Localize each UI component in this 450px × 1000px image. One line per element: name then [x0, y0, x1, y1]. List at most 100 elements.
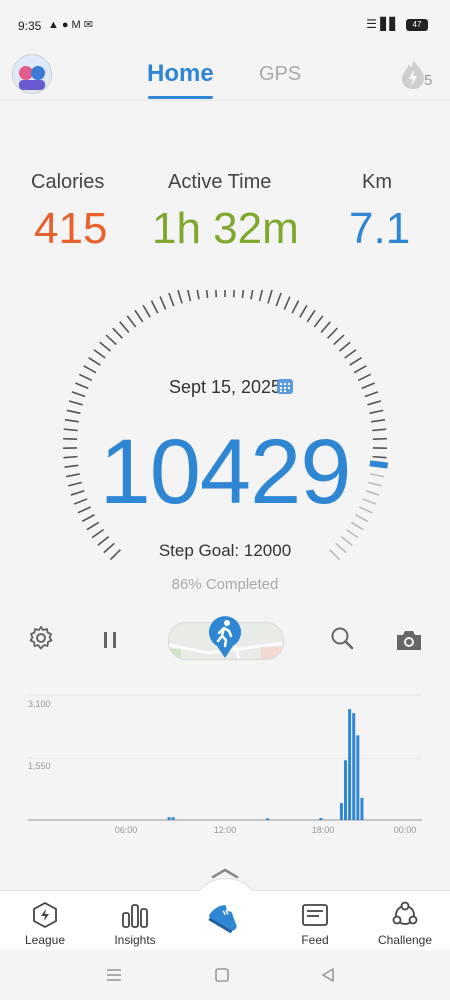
step-count: 10429	[99, 421, 352, 523]
active-time-value: 1h 32m	[152, 204, 299, 253]
nav-challenge-label: Challenge	[377, 933, 433, 947]
gauge-tick	[345, 528, 359, 539]
chart-bar	[360, 797, 364, 820]
y-tick-label: 3,100	[28, 699, 51, 709]
pause-icon[interactable]	[100, 630, 120, 655]
recents-icon[interactable]	[106, 968, 122, 987]
tab-home-indicator	[148, 96, 213, 99]
tab-home[interactable]: Home	[147, 60, 214, 88]
gauge-tick	[177, 290, 183, 304]
gauge-tick	[91, 528, 105, 539]
chart-bar	[356, 735, 360, 820]
gauge-tick	[349, 356, 362, 366]
nav-feed[interactable]: Feed	[275, 901, 355, 947]
steps-by-hour-chart: 3,100 1,550 06:00 12:00 18:00 00:00	[28, 694, 422, 835]
gauge-tick	[68, 400, 83, 406]
x-tick-label: 12:00	[214, 825, 237, 835]
km-label: Km	[362, 171, 392, 193]
shoe-icon	[205, 897, 245, 942]
gauge-tick	[369, 409, 384, 415]
gauge-tick	[126, 315, 137, 328]
gauge-tick	[142, 304, 151, 318]
challenge-icon	[392, 901, 418, 925]
header-divider	[0, 100, 450, 101]
chart-bar	[167, 817, 171, 820]
gauge-tick	[338, 341, 351, 352]
nav-insights-label: Insights	[114, 933, 156, 947]
gauge-tick	[105, 334, 117, 346]
goal-completion: 86% Completed	[171, 576, 279, 593]
active-time-label: Active Time	[168, 171, 272, 193]
chart-bar	[344, 760, 348, 820]
nav-insights[interactable]: Insights	[95, 901, 175, 947]
gauge-tick	[320, 321, 331, 333]
gauge-tick	[134, 309, 144, 323]
x-tick-label: 00:00	[394, 825, 417, 835]
gauge-tick	[215, 290, 218, 298]
runner-pin-icon	[207, 614, 243, 665]
camera-icon[interactable]	[395, 628, 423, 657]
battery-icon: 47	[406, 18, 428, 31]
status-bar: 9:35 ▲●M✉ ☰ ▋▋ 47	[0, 0, 450, 50]
gauge-tick	[159, 296, 167, 310]
gauge-tick	[119, 321, 130, 333]
chart-bar	[348, 709, 352, 820]
tab-gps[interactable]: GPS	[259, 63, 301, 86]
feed-icon	[302, 904, 328, 926]
nav-challenge[interactable]: Challenge	[365, 901, 445, 947]
chart-bar	[266, 818, 270, 820]
gauge-tick	[205, 290, 209, 299]
system-icons: ☰ ▋▋ 47	[366, 17, 428, 31]
gauge-tick	[168, 292, 175, 307]
gauge-tick	[344, 349, 357, 359]
status-time: 9:35	[18, 19, 42, 33]
notification-icons: ▲●M✉	[48, 19, 96, 31]
gauge-date: Sept 15, 2025	[168, 377, 282, 397]
gauge-tick	[327, 327, 338, 339]
system-nav-bar	[0, 950, 450, 1000]
avatar[interactable]	[12, 54, 52, 94]
nav-league-label: League	[24, 933, 66, 947]
gauge-tick	[283, 296, 291, 310]
gauge-tick	[313, 315, 324, 328]
gauge-tick	[232, 290, 235, 298]
back-icon[interactable]	[321, 968, 335, 987]
chart-bar	[339, 803, 343, 820]
gauge-tick	[186, 290, 192, 302]
gauge-tick	[83, 365, 97, 374]
gauge-tick	[250, 290, 254, 300]
streak-count: 5	[424, 72, 433, 89]
gauge-tick	[241, 290, 245, 299]
gauge-tick	[88, 356, 101, 366]
calendar-icon[interactable]	[276, 377, 294, 395]
insights-icon	[122, 904, 148, 928]
gauge-tick	[150, 300, 159, 314]
nav-feed-label: Feed	[301, 933, 329, 947]
gauge-tick	[196, 290, 200, 300]
km-value: 7.1	[349, 204, 411, 253]
gauge-tick	[99, 341, 112, 352]
y-tick-label: 1,550	[28, 761, 51, 771]
calories-value: 415	[34, 204, 108, 253]
gauge-tick	[267, 290, 273, 304]
settings-icon[interactable]	[28, 625, 54, 656]
search-icon[interactable]	[329, 625, 355, 656]
gauge-tick	[306, 309, 316, 323]
chart-bar	[319, 817, 323, 820]
chart-bar	[171, 817, 175, 820]
x-tick-label: 06:00	[115, 825, 138, 835]
gauge-tick	[367, 400, 382, 406]
gauge-tick	[258, 290, 264, 302]
gauge-tick	[291, 300, 300, 314]
gauge-tick	[275, 292, 282, 307]
calories-label: Calories	[31, 171, 105, 193]
step-goal: Step Goal: 12000	[158, 541, 292, 560]
nav-league[interactable]: League	[5, 901, 85, 947]
gauge-tick	[333, 334, 345, 346]
chart-bar	[352, 713, 356, 820]
gauge-tick	[112, 327, 123, 339]
home-icon[interactable]	[215, 968, 229, 987]
signal-icon: ▋▋	[380, 17, 399, 31]
gauge-tick	[93, 349, 106, 359]
gauge-tick	[353, 365, 367, 374]
